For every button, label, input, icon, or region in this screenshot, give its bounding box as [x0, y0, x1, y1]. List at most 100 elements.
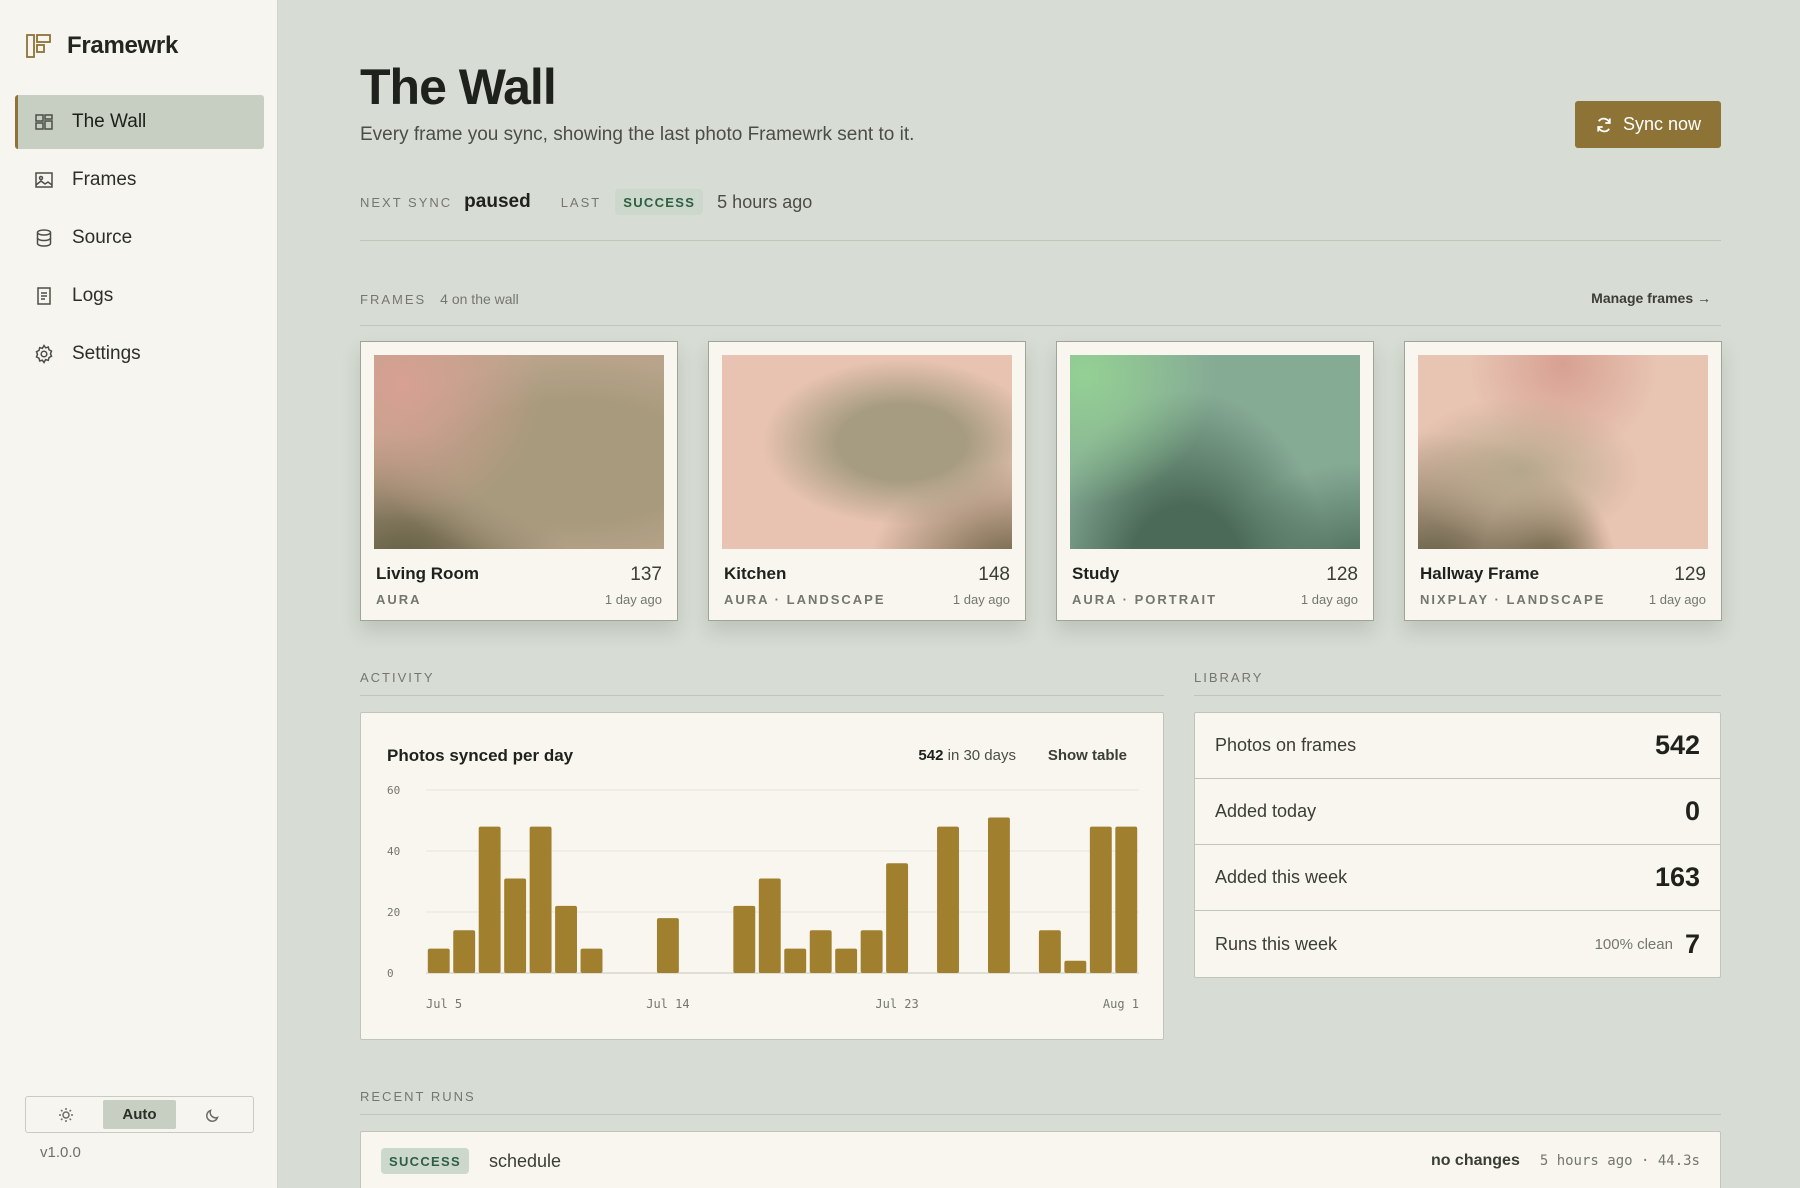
frame-card-kitchen[interactable]: Kitchen 148 AURA · LANDSCAPE 1 day ago — [708, 341, 1026, 621]
grid-icon — [34, 112, 54, 132]
run-status-badge: SUCCESS — [381, 1148, 469, 1174]
chart-bar — [478, 826, 501, 973]
frame-photo-count: 128 — [1326, 564, 1358, 585]
chart-y-tick-label: 0 — [387, 967, 394, 980]
chart-total-value: 542 — [918, 747, 944, 764]
frame-updated: 1 day ago — [1648, 592, 1706, 607]
theme-light-button[interactable] — [29, 1100, 103, 1129]
sidebar-nav: The Wall Frames Source Logs Settings — [15, 95, 264, 385]
sidebar-item-logs[interactable]: Logs — [15, 269, 264, 323]
chart-bar — [886, 863, 909, 973]
library-row-label: Added this week — [1215, 867, 1348, 887]
gear-icon — [34, 344, 54, 364]
image-icon — [34, 170, 54, 190]
library-row: Runs this week 100% clean 7 — [1195, 911, 1720, 977]
last-sync-time: 5 hours ago — [717, 191, 813, 212]
sun-icon — [58, 1107, 73, 1122]
frame-card-hallway-frame[interactable]: Hallway Frame 129 NIXPLAY · LANDSCAPE 1 … — [1404, 341, 1722, 621]
theme-dark-button[interactable] — [176, 1100, 250, 1129]
frames-grid: Living Room 137 AURA 1 day ago Kitchen 1… — [360, 341, 1722, 621]
chart-bar — [987, 817, 1010, 973]
frames-label: FRAMES — [360, 292, 427, 307]
chart-x-tick-label: Jul 23 — [875, 997, 918, 1011]
next-sync-value: paused — [464, 191, 531, 212]
document-icon — [34, 286, 54, 306]
database-icon — [34, 228, 54, 248]
app-version: v1.0.0 — [40, 1144, 81, 1161]
frame-photo-count: 148 — [978, 564, 1010, 585]
divider — [360, 240, 1721, 241]
frame-meta: NIXPLAY · LANDSCAPE — [1420, 592, 1606, 607]
chart-bar — [656, 918, 679, 973]
frame-meta: AURA · LANDSCAPE — [724, 592, 886, 607]
chart-bar — [504, 878, 527, 973]
chart-y-tick-label: 20 — [387, 906, 400, 919]
sidebar-item-source[interactable]: Source — [15, 211, 264, 265]
frame-name: Hallway Frame — [1420, 564, 1540, 583]
sidebar-item-label: Logs — [72, 285, 114, 306]
frame-photo — [1418, 355, 1708, 549]
sidebar-item-frames[interactable]: Frames — [15, 153, 264, 207]
sync-now-label: Sync now — [1622, 114, 1702, 134]
page-subtitle: Every frame you sync, showing the last p… — [360, 124, 915, 145]
chart-bar — [555, 905, 578, 973]
frame-photo — [374, 355, 664, 549]
chart-bar — [758, 878, 781, 973]
chart-bar — [733, 905, 756, 973]
last-sync-label: LAST — [560, 194, 602, 210]
refresh-icon — [1597, 117, 1611, 132]
divider — [360, 695, 1164, 696]
chart-total-suffix: in 30 days — [947, 747, 1016, 764]
frame-updated: 1 day ago — [604, 592, 662, 607]
sidebar-item-label: Settings — [72, 343, 141, 364]
moon-icon — [206, 1108, 219, 1122]
run-row[interactable]: SUCCESS schedule no changes 5 hours ago … — [360, 1131, 1721, 1188]
framewrk-logo-icon — [26, 34, 51, 58]
frame-name: Living Room — [376, 564, 479, 583]
frame-updated: 1 day ago — [952, 592, 1010, 607]
divider — [1194, 695, 1721, 696]
sync-now-button[interactable]: Sync now — [1575, 101, 1721, 148]
frame-meta: AURA · PORTRAIT — [1072, 592, 1218, 607]
frames-section-label: FRAMES 4 on the wall — [360, 291, 519, 307]
manage-frames-link[interactable]: Manage frames → — [1591, 290, 1711, 306]
sidebar-item-the-wall[interactable]: The Wall — [15, 95, 264, 149]
library-row: Photos on frames 542 — [1195, 713, 1720, 779]
show-table-link[interactable]: Show table — [1048, 747, 1127, 764]
chart-title: Photos synced per day — [387, 746, 574, 765]
library-row-label: Runs this week — [1215, 933, 1338, 954]
library-row-label: Photos on frames — [1215, 735, 1357, 755]
chart-bar — [453, 930, 476, 973]
theme-auto-button[interactable]: Auto — [102, 1100, 177, 1129]
frame-name: Study — [1072, 564, 1120, 583]
chart-bar — [1089, 826, 1112, 973]
run-result: no changes — [1430, 1152, 1520, 1169]
activity-card: 60 40 20 0 Jul 5 Jul 14 Jul 23 Aug 1 Photos syn… — [360, 712, 1164, 1040]
recent-runs-section-label: RECENT RUNS — [360, 1089, 476, 1104]
chart-bar — [427, 948, 450, 973]
next-sync-label: NEXT SYNC — [360, 194, 453, 210]
frame-card-study[interactable]: Study 128 AURA · PORTRAIT 1 day ago — [1056, 341, 1374, 621]
sidebar-item-settings[interactable]: Settings — [15, 327, 264, 381]
frame-photo — [1070, 355, 1360, 549]
library-row-note: 100% clean — [1594, 935, 1673, 953]
run-meta: 5 hours ago · 44.3s — [1539, 1153, 1700, 1169]
page-title: The Wall — [360, 59, 557, 115]
frames-count: 4 on the wall — [440, 291, 519, 307]
chart-bar — [1115, 826, 1138, 973]
chart-y-tick-label: 60 — [387, 784, 400, 797]
sidebar: Framewrk The Wall Frames Source Logs Set… — [0, 0, 278, 1188]
library-card: Photos on frames 542 Added today 0 Added… — [1194, 712, 1721, 978]
chart-y-tick-label: 40 — [387, 845, 400, 858]
activity-section-label: ACTIVITY — [360, 670, 435, 685]
library-row-label: Added today — [1215, 801, 1317, 821]
chart-x-tick-label: Aug 1 — [1103, 997, 1139, 1011]
library-section-label: LIBRARY — [1194, 670, 1264, 685]
divider — [360, 1114, 1721, 1115]
chart-bar — [784, 948, 807, 973]
chart-bar — [1064, 960, 1087, 973]
frame-card-living-room[interactable]: Living Room 137 AURA 1 day ago — [360, 341, 678, 621]
frame-photo-count: 129 — [1674, 564, 1706, 585]
divider — [360, 325, 1721, 326]
brand[interactable]: Framewrk — [25, 32, 178, 60]
